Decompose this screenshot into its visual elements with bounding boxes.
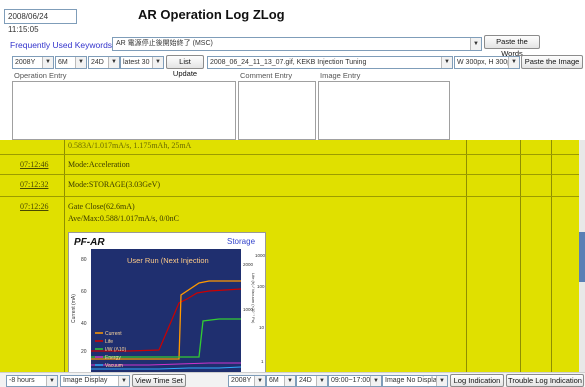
right-tick-label: 1000 <box>255 253 265 258</box>
vertical-scrollbar[interactable] <box>579 140 585 372</box>
chevron-down-icon: ▼ <box>370 376 381 386</box>
footer-day-value: 24D <box>299 377 312 384</box>
chevron-down-icon: ▼ <box>42 57 53 68</box>
latest-value: latest 30 <box>123 59 150 66</box>
row-divider <box>0 196 585 197</box>
trouble-log-button[interactable]: Trouble Log Indication <box>506 374 584 387</box>
year-value: 2008Y <box>15 59 36 66</box>
chevron-down-icon: ▼ <box>316 376 327 386</box>
hours-value: -8 hours <box>9 377 35 384</box>
chevron-down-icon: ▼ <box>284 376 295 386</box>
legend-item: Life <box>105 339 113 345</box>
scrollbar-thumb[interactable] <box>579 232 585 282</box>
log-message: Mode:STORAGE(3.03GeV) <box>68 180 161 189</box>
right-axis-label: Life (h) / Vacuum (×10⁻⁷ Pa) <box>251 273 256 324</box>
log-message: Gate Close(62.6mA) <box>68 202 135 211</box>
chevron-down-icon: ▼ <box>118 376 129 386</box>
page-title: AR Operation Log ZLog <box>138 7 285 22</box>
keywords-label: Frequently Used Keywords <box>10 40 113 50</box>
image-no-display-select[interactable]: Image No Display ▼ <box>382 375 448 387</box>
hours-select[interactable]: -8 hours ▼ <box>6 375 58 387</box>
keywords-select[interactable]: AR 電源停止後開始終了 (MSC) ▼ <box>112 37 482 51</box>
right-tick-label: 100 <box>257 284 265 289</box>
log-time-link[interactable]: 07:12:32 <box>20 180 48 189</box>
pf-ar-status-image: PF-AR Storage User Run (Next Injection 8… <box>68 232 266 374</box>
image-size-select[interactable]: W 300px, H 300px ▼ <box>454 56 520 69</box>
image-file-select[interactable]: 2008_06_24_11_13_07.gif, KEKB Injection … <box>207 56 453 69</box>
datetime-display: 2008/06/24 11:15:05 <box>4 9 77 34</box>
left-tick-label: 40 <box>81 321 87 327</box>
year-select[interactable]: 2008Y ▼ <box>12 56 54 69</box>
log-message: Mode:Acceleration <box>68 160 130 169</box>
footer-month-value: 6M <box>269 377 279 384</box>
comment-entry-label: Comment Entry <box>240 71 293 80</box>
image-entry-label: Image Entry <box>320 71 361 80</box>
log-message-detail: Ave/Max:0.588/1.017mA/s, 0/0nC <box>68 214 179 223</box>
image-display-select[interactable]: Image Display ▼ <box>60 375 130 387</box>
day-value: 24D <box>91 59 104 66</box>
left-tick-label: 80 <box>81 257 87 263</box>
plot-subtitle: Storage <box>227 237 256 246</box>
chevron-down-icon: ▼ <box>46 376 57 386</box>
legend-item: Vacuum <box>105 363 123 369</box>
month-select[interactable]: 6M ▼ <box>55 56 87 69</box>
log-indication-button[interactable]: Log Indication <box>450 374 504 387</box>
log-time-link[interactable]: 07:12:46 <box>20 160 48 169</box>
comment-entry-textarea[interactable] <box>238 81 316 140</box>
image-file-value: 2008_06_24_11_13_07.gif, KEKB Injection … <box>210 59 367 66</box>
log-time-link[interactable]: 07:12:26 <box>20 202 48 211</box>
chevron-down-icon: ▼ <box>508 57 519 68</box>
image-size-value: W 300px, H 300px <box>457 59 515 66</box>
chevron-down-icon: ▼ <box>436 376 447 386</box>
time-range-value: 09:00~17:00 <box>331 377 371 384</box>
legend-item: Current <box>105 331 122 337</box>
legend-item: Energy <box>105 355 121 361</box>
time-range-select[interactable]: 09:00~17:00 ▼ <box>328 375 382 387</box>
view-time-set-button[interactable]: View Time Set <box>132 374 186 387</box>
row-divider <box>0 154 585 155</box>
operation-entry-textarea[interactable] <box>12 81 236 140</box>
chevron-down-icon: ▼ <box>152 57 163 68</box>
chevron-down-icon: ▼ <box>108 57 119 68</box>
left-tick-label: 20 <box>81 349 87 355</box>
chevron-down-icon: ▼ <box>441 57 452 68</box>
footer-day-select[interactable]: 24D ▼ <box>296 375 328 387</box>
plot-banner: User Run (Next Injection <box>127 256 209 265</box>
chevron-down-icon: ▼ <box>470 38 481 50</box>
chevron-down-icon: ▼ <box>75 57 86 68</box>
latest-select[interactable]: latest 30 ▼ <box>120 56 164 69</box>
footer-year-value: 2008Y <box>231 377 252 384</box>
footer-toolbar: -8 hours ▼ Image Display ▼ View Time Set… <box>0 372 585 387</box>
chevron-down-icon: ▼ <box>254 376 265 386</box>
row-divider <box>0 174 585 175</box>
image-entry-box[interactable] <box>318 81 450 140</box>
legend-item: I/W (Λ10) <box>105 347 126 353</box>
log-partial-text: 0.583A/1.017mA/s, 1.175mAh, 25mA <box>68 141 192 150</box>
right-tick-label: 2000 <box>243 262 254 267</box>
keywords-select-value: AR 電源停止後開始終了 (MSC) <box>116 40 213 47</box>
left-tick-label: 60 <box>81 289 87 295</box>
plot-title: PF-AR <box>74 237 105 248</box>
left-axis-label: Current (mA) <box>71 294 77 323</box>
operation-entry-label: Operation Entry <box>14 71 67 80</box>
paste-image-button[interactable]: Paste the Image <box>521 55 583 69</box>
footer-month-select[interactable]: 6M ▼ <box>266 375 296 387</box>
list-update-button[interactable]: List Update <box>166 55 204 78</box>
month-value: 6M <box>58 59 68 66</box>
image-display-value: Image Display <box>63 377 108 384</box>
image-no-display-value: Image No Display <box>385 377 441 384</box>
right-tick-label: 10 <box>259 325 265 330</box>
footer-year-select[interactable]: 2008Y ▼ <box>228 375 266 387</box>
day-select[interactable]: 24D ▼ <box>88 56 120 69</box>
paste-words-button[interactable]: Paste the Words <box>484 35 540 58</box>
